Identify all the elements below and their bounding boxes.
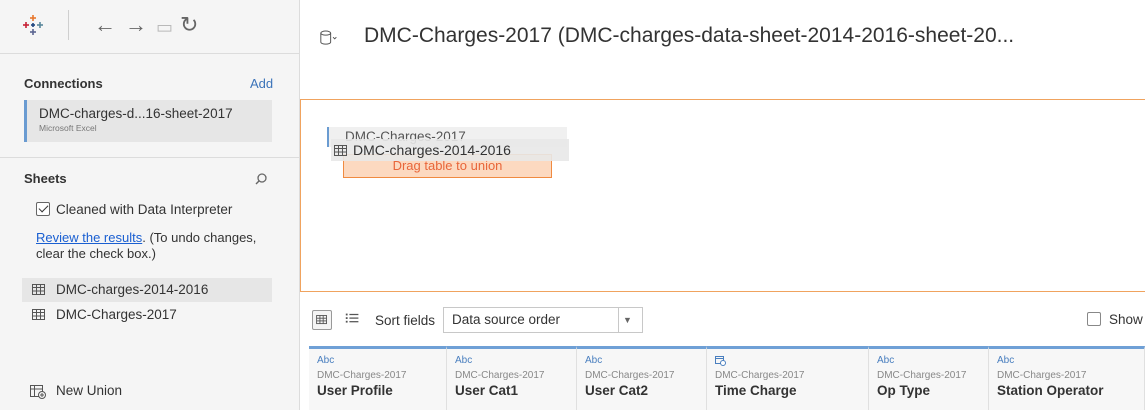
string-type-icon[interactable]: Abc <box>455 355 576 369</box>
connection-type: Microsoft Excel <box>39 123 97 133</box>
column-header-op-type[interactable]: Abc DMC-Charges-2017 Op Type <box>869 346 989 410</box>
datetime-icon <box>715 356 726 366</box>
tableau-logo-icon[interactable] <box>22 14 44 36</box>
toolbar: ← → ▭ ↻ <box>0 0 300 54</box>
sidebar-divider <box>0 157 300 158</box>
string-type-icon[interactable]: Abc <box>877 355 988 369</box>
left-pane: ← → ▭ ↻ Connections Add DMC-charges-d...… <box>0 0 300 410</box>
toolbar-divider <box>68 10 69 40</box>
sheet-item-label: DMC-Charges-2017 <box>56 307 177 322</box>
review-results-link[interactable]: Review the results <box>36 230 142 245</box>
string-type-icon[interactable]: Abc <box>317 355 446 369</box>
column-source: DMC-Charges-2017 <box>997 370 1087 381</box>
chevron-down-icon: ▼ <box>618 308 636 332</box>
data-interpreter-checkbox[interactable] <box>36 202 50 216</box>
column-source: DMC-Charges-2017 <box>317 370 407 381</box>
column-header-user-profile[interactable]: Abc DMC-Charges-2017 User Profile <box>309 346 447 410</box>
union-icon <box>30 385 46 399</box>
dragged-table[interactable]: DMC-charges-2014-2016 <box>331 139 569 161</box>
column-source: DMC-Charges-2017 <box>715 370 805 381</box>
column-name: User Profile <box>317 383 393 398</box>
table-grid-icon <box>32 309 45 320</box>
column-name: User Cat1 <box>455 383 519 398</box>
new-union-label: New Union <box>56 383 123 398</box>
show-label: Show <box>1109 312 1143 327</box>
dragged-table-label: DMC-charges-2014-2016 <box>353 142 511 158</box>
grid-view-icon <box>316 315 327 325</box>
column-name: User Cat2 <box>585 383 649 398</box>
column-header-user-cat2[interactable]: Abc DMC-Charges-2017 User Cat2 <box>577 346 707 410</box>
column-source: DMC-Charges-2017 <box>585 370 675 381</box>
column-header-user-cat1[interactable]: Abc DMC-Charges-2017 User Cat1 <box>447 346 577 410</box>
back-arrow-icon[interactable]: ← <box>94 12 116 38</box>
sort-fields-label: Sort fields <box>375 313 436 328</box>
sheet-item-dmc-charges-2014-2016[interactable]: DMC-charges-2014-2016 <box>22 278 272 302</box>
datetime-type-icon[interactable] <box>715 355 868 369</box>
table-grid-icon <box>32 284 45 295</box>
datasource-title[interactable]: DMC-Charges-2017 (DMC-charges-data-sheet… <box>364 24 1014 48</box>
column-header-time-charge[interactable]: DMC-Charges-2017 Time Charge <box>707 346 869 410</box>
list-view-icon <box>345 313 359 323</box>
column-name: Time Charge <box>715 383 797 398</box>
show-checkbox[interactable] <box>1087 312 1101 326</box>
sort-fields-select[interactable]: Data source order ▼ <box>443 307 643 333</box>
forward-arrow-icon[interactable]: → <box>125 12 147 38</box>
column-name: Op Type <box>877 383 931 398</box>
sheets-heading: Sheets <box>24 171 67 186</box>
add-connection-link[interactable]: Add <box>250 76 273 91</box>
table-grid-icon <box>334 145 347 156</box>
save-icon[interactable]: ▭ <box>156 14 173 40</box>
datasource-cylinder-icon[interactable] <box>320 28 338 48</box>
grid-view-button[interactable] <box>312 310 332 330</box>
string-type-icon[interactable]: Abc <box>997 355 1144 369</box>
connection-name: DMC-charges-d...16-sheet-2017 <box>39 106 233 121</box>
column-source: DMC-Charges-2017 <box>877 370 967 381</box>
data-grid-header: Abc DMC-Charges-2017 User Profile Abc DM… <box>309 346 1145 410</box>
connections-heading: Connections <box>24 76 103 91</box>
data-interpreter-label: Cleaned with Data Interpreter <box>56 202 233 217</box>
sheet-item-dmc-charges-2017[interactable]: DMC-Charges-2017 <box>22 303 272 327</box>
grid-toolbar: Sort fields Data source order ▼ Show <box>300 292 1145 346</box>
connection-item[interactable]: DMC-charges-d...16-sheet-2017 Microsoft … <box>24 100 272 142</box>
list-view-button[interactable] <box>344 310 364 330</box>
sheet-item-label: DMC-charges-2014-2016 <box>56 282 209 297</box>
column-source: DMC-Charges-2017 <box>455 370 545 381</box>
string-type-icon[interactable]: Abc <box>585 355 706 369</box>
interpreter-note: Review the results. (To undo changes, cl… <box>36 230 276 262</box>
column-name: Station Operator <box>997 383 1104 398</box>
refresh-icon[interactable]: ↻ <box>180 12 198 38</box>
search-icon[interactable] <box>254 172 268 186</box>
sort-fields-value: Data source order <box>452 312 561 327</box>
column-header-station-operator[interactable]: Abc DMC-Charges-2017 Station Operator <box>989 346 1145 410</box>
new-union-button[interactable]: New Union <box>22 383 123 399</box>
